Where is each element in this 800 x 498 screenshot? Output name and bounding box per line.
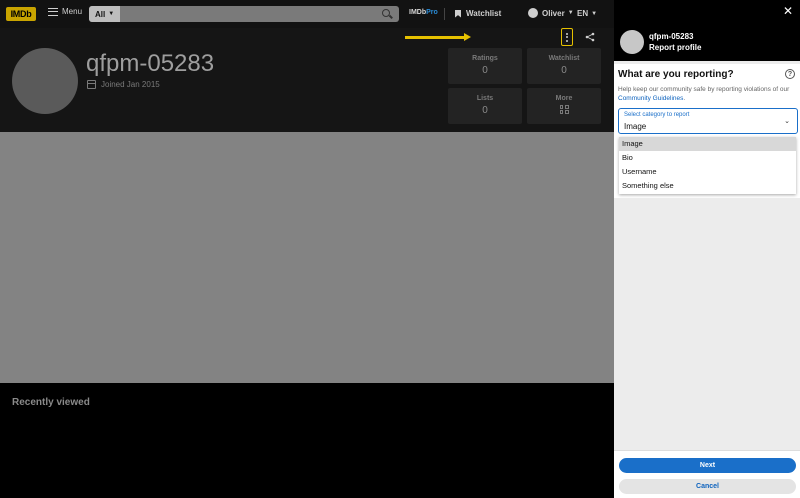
joined-date: Joined Jan 2015 xyxy=(87,80,160,89)
profile-header: qfpm-05283 Joined Jan 2015 Ratings 0 Wat… xyxy=(0,28,614,132)
stat-label: Ratings xyxy=(472,55,498,62)
report-profile-panel: ✕ qfpm-05283 Report profile What are you… xyxy=(614,0,800,498)
calendar-icon xyxy=(87,80,96,89)
page: IMDb Menu All ▼ IMDbPro Watchlist Oliver… xyxy=(0,0,800,498)
report-form: What are you reporting? ? Help keep our … xyxy=(614,64,800,198)
bookmark-icon xyxy=(455,9,461,18)
content-placeholder xyxy=(0,132,614,383)
avatar xyxy=(12,48,78,114)
community-guidelines-link[interactable]: Community Guidelines xyxy=(618,95,683,102)
panel-header: ✕ qfpm-05283 Report profile xyxy=(614,0,800,61)
stat-ratings[interactable]: Ratings 0 xyxy=(448,48,522,84)
recently-viewed-heading: Recently viewed xyxy=(12,397,90,408)
search-bar: All ▼ xyxy=(89,6,399,22)
watchlist-button[interactable]: Watchlist xyxy=(455,9,501,18)
imdbpro-link[interactable]: IMDbPro xyxy=(409,9,438,16)
stat-label: More xyxy=(555,95,573,102)
caret-down-icon: ▼ xyxy=(567,10,574,16)
search-category-select[interactable]: All ▼ xyxy=(89,6,121,22)
stat-more[interactable]: More xyxy=(527,88,601,124)
category-dropdown: Image Bio Username Something else xyxy=(619,137,796,194)
help-icon[interactable]: ? xyxy=(785,69,795,79)
stat-lists[interactable]: Lists 0 xyxy=(448,88,522,124)
stat-value: 0 xyxy=(482,65,488,76)
more-options-button[interactable] xyxy=(561,28,573,46)
search-input[interactable] xyxy=(120,6,381,22)
option-bio[interactable]: Bio xyxy=(619,151,796,165)
search-icon[interactable] xyxy=(381,8,393,20)
arrow-annotation-icon xyxy=(405,33,471,41)
user-icon xyxy=(528,8,538,18)
description-text: Help keep our community safe by reportin… xyxy=(618,86,790,93)
user-menu-button[interactable]: Oliver ▼ xyxy=(528,8,574,18)
panel-username: qfpm-05283 xyxy=(649,32,694,41)
option-image[interactable]: Image xyxy=(619,137,796,151)
caret-down-icon: ▼ xyxy=(108,11,115,17)
grid-icon xyxy=(559,105,569,114)
stat-value: 0 xyxy=(561,65,567,76)
chevron-down-icon: ⌄ xyxy=(784,118,790,125)
select-caption: Select category to report xyxy=(624,112,690,118)
language-label: EN xyxy=(577,9,589,18)
language-button[interactable]: EN ▼ xyxy=(577,9,597,18)
nav-divider xyxy=(444,8,445,20)
menu-button[interactable]: Menu xyxy=(48,7,82,16)
user-label: Oliver xyxy=(542,8,565,18)
select-value: Image xyxy=(624,122,647,131)
option-username[interactable]: Username xyxy=(619,165,796,179)
search-category-label: All xyxy=(95,9,106,19)
share-icon[interactable] xyxy=(585,32,595,42)
panel-footer: Next Cancel xyxy=(614,450,800,498)
stat-label: Lists xyxy=(476,95,494,102)
profile-page: IMDb Menu All ▼ IMDbPro Watchlist Oliver… xyxy=(0,0,614,498)
watchlist-label: Watchlist xyxy=(466,9,502,18)
report-description: Help keep our community safe by reportin… xyxy=(618,85,794,103)
profile-username: qfpm-05283 xyxy=(86,50,215,77)
panel-avatar xyxy=(620,30,644,54)
kebab-dot-icon xyxy=(566,32,568,35)
report-question: What are you reporting? xyxy=(618,69,734,80)
menu-label: Menu xyxy=(62,7,83,16)
kebab-dot-icon xyxy=(566,39,568,42)
kebab-dot-icon xyxy=(566,36,568,38)
cancel-button[interactable]: Cancel xyxy=(619,479,796,494)
category-select[interactable]: Select category to report Image ⌄ xyxy=(618,108,798,134)
imdbpro-label-a: IMDb xyxy=(409,9,427,16)
caret-down-icon: ▼ xyxy=(591,10,598,17)
option-something-else[interactable]: Something else xyxy=(619,179,796,193)
joined-label: Joined Jan 2015 xyxy=(101,80,160,89)
close-icon[interactable]: ✕ xyxy=(782,5,794,17)
imdbpro-label-b: Pro xyxy=(426,9,438,16)
top-nav: IMDb Menu All ▼ IMDbPro Watchlist Oliver… xyxy=(0,0,614,28)
stat-watchlist[interactable]: Watchlist 0 xyxy=(527,48,601,84)
panel-subtitle: Report profile xyxy=(649,43,702,52)
next-button[interactable]: Next xyxy=(619,458,796,473)
description-end: . xyxy=(683,95,686,102)
stat-label: Watchlist xyxy=(548,55,580,62)
stat-value: 0 xyxy=(482,105,488,116)
hamburger-icon xyxy=(48,7,58,16)
imdb-logo[interactable]: IMDb xyxy=(6,7,36,21)
